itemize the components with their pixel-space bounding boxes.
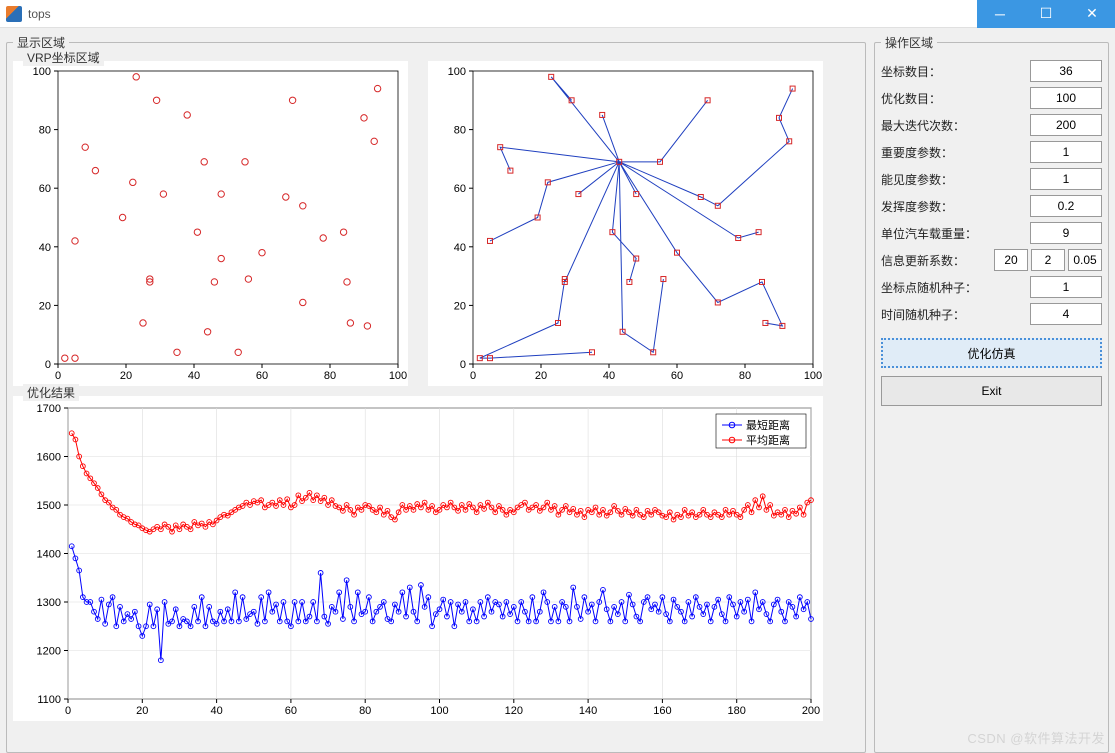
- importance-input[interactable]: [1030, 141, 1102, 163]
- info-update-label: 信息更新系数：: [881, 252, 991, 269]
- control-area-title: 操作区域: [881, 34, 937, 51]
- importance-label: 重要度参数：: [881, 144, 991, 161]
- svg-text:平均距离: 平均距离: [746, 433, 790, 447]
- info-update-input-1[interactable]: [994, 249, 1028, 271]
- window-title: tops: [28, 7, 51, 21]
- optimize-button[interactable]: 优化仿真: [881, 338, 1102, 368]
- svg-text:40: 40: [188, 370, 200, 382]
- minimize-button[interactable]: ─: [977, 0, 1023, 28]
- max-iter-input[interactable]: [1030, 114, 1102, 136]
- svg-text:20: 20: [120, 370, 132, 382]
- svg-text:100: 100: [448, 66, 466, 78]
- vrp-routes-chart: 0 20 40 60 80 100 0 20 40 60 80 100: [428, 61, 823, 386]
- svg-text:80: 80: [324, 370, 336, 382]
- coord-count-label: 坐标数目：: [881, 63, 991, 80]
- svg-text:20: 20: [454, 300, 466, 312]
- svg-text:1500: 1500: [37, 500, 61, 512]
- svg-text:60: 60: [285, 705, 297, 717]
- svg-text:1600: 1600: [37, 452, 61, 464]
- time-seed-label: 时间随机种子：: [881, 306, 991, 323]
- close-button[interactable]: ✕: [1069, 0, 1115, 28]
- max-iter-label: 最大迭代次数：: [881, 117, 991, 134]
- svg-text:20: 20: [136, 705, 148, 717]
- svg-text:80: 80: [359, 705, 371, 717]
- svg-text:100: 100: [430, 705, 448, 717]
- capacity-label: 单位汽车载重量：: [881, 225, 991, 242]
- svg-text:60: 60: [454, 183, 466, 195]
- display-area-panel: 显示区域 VRP坐标区域 020406080100020406080100 02…: [6, 34, 866, 753]
- svg-text:1300: 1300: [37, 597, 61, 609]
- capacity-input[interactable]: [1030, 222, 1102, 244]
- opt-count-input[interactable]: [1030, 87, 1102, 109]
- svg-text:40: 40: [454, 242, 466, 254]
- svg-text:0: 0: [460, 359, 466, 371]
- titlebar: tops ─ ☐ ✕: [0, 0, 1115, 28]
- svg-text:60: 60: [39, 183, 51, 195]
- svg-text:100: 100: [389, 370, 407, 382]
- svg-text:100: 100: [804, 370, 822, 382]
- svg-text:60: 60: [671, 370, 683, 382]
- svg-text:80: 80: [739, 370, 751, 382]
- svg-text:140: 140: [579, 705, 597, 717]
- vrp-area-title: VRP坐标区域: [23, 49, 104, 66]
- opt-result-title: 优化结果: [23, 384, 79, 401]
- play-label: 发挥度参数：: [881, 198, 991, 215]
- svg-text:0: 0: [45, 359, 51, 371]
- svg-text:1700: 1700: [37, 403, 61, 415]
- app-logo-icon: [6, 6, 22, 22]
- visibility-input[interactable]: [1030, 168, 1102, 190]
- coord-count-input[interactable]: [1030, 60, 1102, 82]
- svg-text:180: 180: [728, 705, 746, 717]
- svg-text:0: 0: [470, 370, 476, 382]
- svg-text:20: 20: [39, 300, 51, 312]
- svg-text:0: 0: [55, 370, 61, 382]
- svg-text:20: 20: [535, 370, 547, 382]
- opt-count-label: 优化数目：: [881, 90, 991, 107]
- svg-text:80: 80: [39, 125, 51, 137]
- svg-text:40: 40: [603, 370, 615, 382]
- info-update-input-2[interactable]: [1031, 249, 1065, 271]
- info-update-input-3[interactable]: [1068, 249, 1102, 271]
- svg-text:0: 0: [65, 705, 71, 717]
- visibility-label: 能见度参数：: [881, 171, 991, 188]
- svg-text:40: 40: [39, 242, 51, 254]
- coord-seed-label: 坐标点随机种子：: [881, 279, 991, 296]
- control-area-panel: 操作区域 坐标数目： 优化数目： 最大迭代次数： 重要度参数： 能见度参数： 发…: [874, 34, 1109, 753]
- svg-text:160: 160: [653, 705, 671, 717]
- svg-text:80: 80: [454, 125, 466, 137]
- vrp-scatter-chart: 0 20 40 60 80 100 0 20 40 60 80 100: [13, 61, 408, 386]
- svg-text:1400: 1400: [37, 549, 61, 561]
- play-input[interactable]: [1030, 195, 1102, 217]
- svg-text:1200: 1200: [37, 646, 61, 658]
- svg-text:200: 200: [802, 705, 820, 717]
- svg-text:60: 60: [256, 370, 268, 382]
- svg-text:100: 100: [33, 66, 51, 78]
- svg-text:120: 120: [505, 705, 523, 717]
- coord-seed-input[interactable]: [1030, 276, 1102, 298]
- svg-text:最短距离: 最短距离: [746, 418, 790, 432]
- time-seed-input[interactable]: [1030, 303, 1102, 325]
- svg-text:40: 40: [210, 705, 222, 717]
- convergence-chart: 0 20 40 60 80 100 120 140 160 180 200 1100 1200 1300 1…: [13, 396, 823, 721]
- svg-text:1100: 1100: [37, 694, 61, 706]
- exit-button[interactable]: Exit: [881, 376, 1102, 406]
- maximize-button[interactable]: ☐: [1023, 0, 1069, 28]
